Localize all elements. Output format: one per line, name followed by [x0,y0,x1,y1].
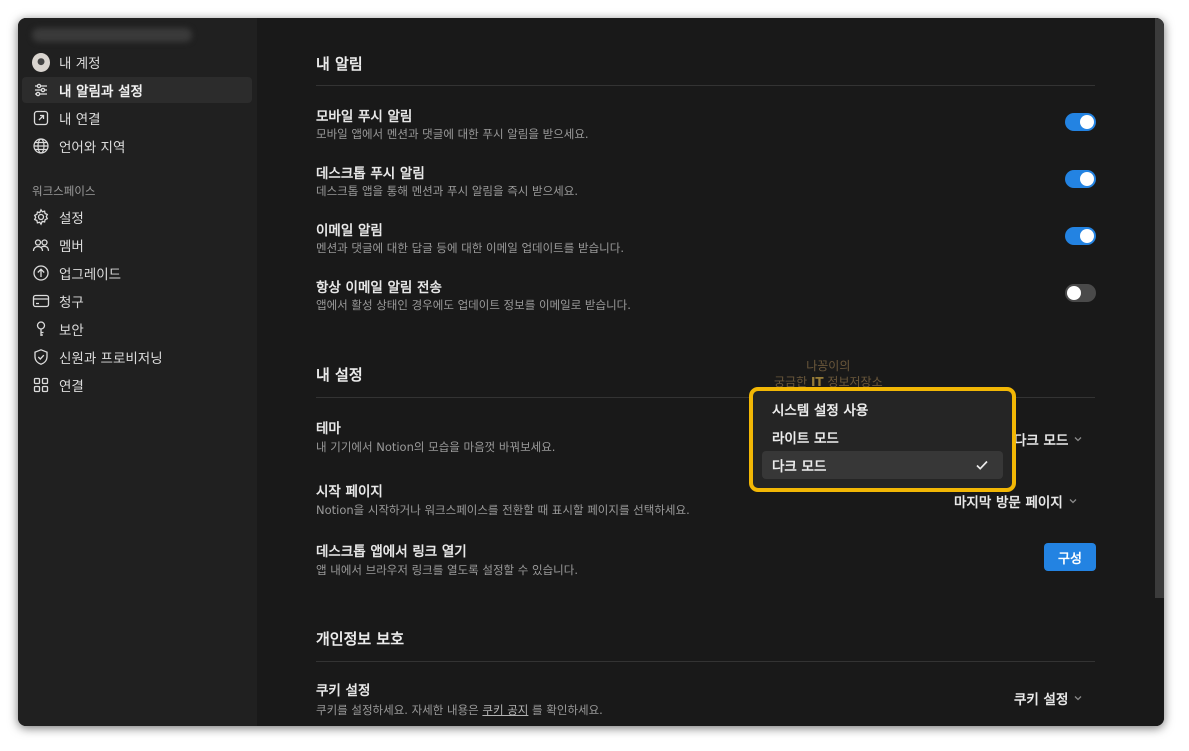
sidebar-item-language-region[interactable]: 언어와 지역 [22,133,252,159]
sidebar-item-upgrade[interactable]: 업그레이드 [22,260,252,286]
always-email-title: 항상 이메일 알림 전송 [316,280,442,296]
chevron-down-icon [1074,696,1082,701]
divider [316,661,1095,662]
theme-select[interactable]: 다크 모드 [1014,429,1083,449]
checkmark-icon [976,460,988,470]
sidebar-item-label: 내 계정 [59,56,101,72]
chevron-down-icon [1074,437,1082,442]
mobile-push-title: 모바일 푸시 알림 [316,109,413,125]
theme-desc: 내 기기에서 Notion의 모습을 마음껏 바꿔보세요. [316,440,556,454]
arrow-up-circle-icon [32,264,50,282]
sidebar-item-label: 청구 [59,295,84,311]
theme-select-value: 다크 모드 [1014,433,1069,449]
settings-sidebar: ● 내 계정 내 알림과 설정 내 연결 언어와 지역 워크스페이스 설정 멤버… [18,18,257,726]
sidebar-item-label: 멤버 [59,239,84,255]
sidebar-item-label: 신원과 프로비저닝 [59,351,163,367]
start-page-select[interactable]: 마지막 방문 페이지 [954,491,1078,511]
gear-icon [32,208,50,226]
email-notification-title: 이메일 알림 [316,223,383,239]
notifications-heading: 내 알림 [316,55,363,73]
theme-option-light[interactable]: 라이트 모드 [762,423,1003,451]
scrollbar[interactable] [1155,18,1164,598]
configure-button[interactable]: 구성 [1044,543,1096,571]
desktop-push-title: 데스크톱 푸시 알림 [316,166,425,182]
theme-option-system[interactable]: 시스템 설정 사용 [762,395,1003,423]
email-notification-toggle[interactable] [1065,227,1096,245]
workspace-section-label: 워크스페이스 [32,184,96,198]
start-page-title: 시작 페이지 [316,484,383,500]
sidebar-item-members[interactable]: 멤버 [22,232,252,258]
desktop-push-desc: 데스크톱 앱을 통해 멘션과 푸시 알림을 즉시 받으세요. [316,184,579,198]
sliders-icon [32,81,50,99]
theme-dropdown-menu: 시스템 설정 사용 라이트 모드 다크 모드 [749,387,1016,492]
mobile-push-toggle[interactable] [1065,113,1096,131]
privacy-heading: 개인정보 보호 [316,630,405,648]
desktop-links-desc: 앱 내에서 브라우저 링크를 열도록 설정할 수 있습니다. [316,563,579,577]
globe-icon [32,137,50,155]
start-page-desc: Notion을 시작하거나 워크스페이스를 전환할 때 표시할 페이지를 선택하… [316,503,690,517]
sidebar-item-label: 설정 [59,211,84,227]
blog-watermark: 나꽁이의 궁금한 IT 정보저장소 [774,358,883,390]
sidebar-item-my-connections[interactable]: 내 연결 [22,105,252,131]
sidebar-item-my-account[interactable]: ● 내 계정 [22,49,252,75]
cookie-settings-title: 쿠키 설정 [316,683,371,699]
credit-card-icon [32,292,50,310]
always-email-desc: 앱에서 활성 상태인 경우에도 업데이트 정보를 이메일로 받습니다. [316,298,631,312]
sidebar-item-label: 내 연결 [59,112,101,128]
sidebar-item-label: 내 알림과 설정 [59,84,143,100]
email-notification-desc: 멘션과 댓글에 대한 답글 등에 대한 이메일 업데이트를 받습니다. [316,241,624,255]
chevron-down-icon [1069,499,1077,504]
theme-option-dark[interactable]: 다크 모드 [762,451,1003,479]
sidebar-item-connections[interactable]: 연결 [22,372,252,398]
always-email-toggle[interactable] [1065,284,1096,302]
shield-check-icon [32,348,50,366]
sidebar-item-label: 보안 [59,323,84,339]
start-page-select-value: 마지막 방문 페이지 [954,495,1063,511]
grid-icon [32,376,50,394]
blurred-account-name [32,28,192,42]
avatar: ● [32,52,50,72]
sidebar-item-label: 연결 [59,379,84,395]
sidebar-item-identity-provisioning[interactable]: 신원과 프로비저닝 [22,344,252,370]
sidebar-item-label: 업그레이드 [59,267,122,283]
settings-window: ● 내 계정 내 알림과 설정 내 연결 언어와 지역 워크스페이스 설정 멤버… [18,18,1164,726]
theme-title: 테마 [316,421,341,437]
people-icon [32,236,50,254]
settings-main-panel: 내 알림 모바일 푸시 알림 모바일 앱에서 멘션과 댓글에 대한 푸시 알림을… [257,18,1164,726]
cookie-settings-select[interactable]: 쿠키 설정 [1014,688,1083,708]
mobile-push-desc: 모바일 앱에서 멘션과 댓글에 대한 푸시 알림을 받으세요. [316,127,589,141]
watermark-line1: 나꽁이의 [806,359,851,373]
sidebar-item-label: 언어와 지역 [59,140,126,156]
sidebar-item-billing[interactable]: 청구 [22,288,252,314]
divider [316,85,1095,86]
cookie-notice-link[interactable]: 쿠키 공지 [482,703,528,717]
sidebar-item-settings[interactable]: 설정 [22,204,252,230]
cookie-settings-desc: 쿠키를 설정하세요. 자세한 내용은 쿠키 공지 를 확인하세요. [316,703,603,717]
sidebar-item-notifications-settings[interactable]: 내 알림과 설정 [22,77,252,103]
sidebar-item-security[interactable]: 보안 [22,316,252,342]
my-settings-heading: 내 설정 [316,366,363,384]
desktop-push-toggle[interactable] [1065,170,1096,188]
key-icon [32,320,50,338]
cookie-select-value: 쿠키 설정 [1014,692,1069,708]
external-link-icon [32,109,50,127]
desktop-links-title: 데스크톱 앱에서 링크 열기 [316,544,467,560]
